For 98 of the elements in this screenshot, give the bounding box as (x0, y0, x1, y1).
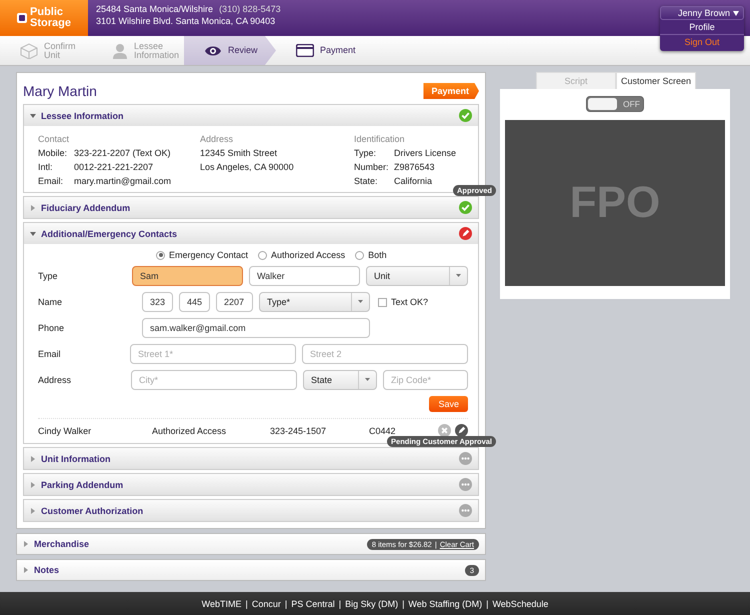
input-field[interactable]: Street 2 (302, 344, 468, 364)
footer-link[interactable]: PS Central (291, 598, 335, 608)
checkbox-option[interactable]: Text OK? (378, 297, 428, 307)
input-field[interactable]: 323 (142, 292, 173, 312)
separator: | (338, 598, 342, 608)
caret-right-icon (30, 456, 36, 462)
caret-down-icon (733, 10, 739, 16)
info-value: mary.martin@gmail.com (74, 176, 171, 186)
footer-link[interactable]: Big Sky (DM) (345, 598, 398, 608)
footer-link[interactable]: Concur (252, 598, 281, 608)
caret-right-icon (23, 567, 29, 573)
input-field[interactable]: Zip Code* (383, 370, 468, 390)
credit-card-icon (296, 44, 314, 57)
caret-down-icon (30, 230, 36, 236)
info-value: 0012-221-221-2207 (74, 162, 154, 172)
footer-link[interactable]: WebSchedule (492, 598, 548, 608)
caret-right-icon (23, 541, 29, 547)
caret-down-icon (456, 274, 461, 278)
pencil-circle-icon (459, 227, 472, 240)
box-icon (20, 42, 38, 58)
panel-tab[interactable]: Customer Screen (616, 72, 696, 89)
person-icon (112, 42, 128, 58)
info-value: 323-221-2207 (Text OK) (74, 148, 171, 158)
logo-text: Storage (30, 18, 71, 29)
contact-cell-text: C0442 (369, 426, 397, 436)
caret-right-icon (30, 204, 36, 210)
caret-right-icon (30, 508, 36, 514)
info-label: Intl: (38, 162, 54, 172)
input-field[interactable]: sam.walker@gmail.com (142, 318, 370, 338)
radio-option[interactable]: Authorized Access (258, 250, 346, 260)
contact-cell-text: 323-245-1507 (270, 426, 328, 436)
contact-cell-text: Cindy Walker (38, 426, 92, 436)
footer-link[interactable]: WebTIME (202, 598, 242, 608)
radio-button[interactable] (156, 250, 165, 260)
info-label: Mobile: (38, 148, 68, 158)
section-header[interactable]: Customer Authorization (24, 500, 478, 521)
info-label: Email: (38, 176, 64, 186)
info-label: Number: (354, 162, 390, 172)
info-value: Z9876543 (394, 162, 435, 172)
field-label: Name (38, 297, 64, 307)
column-heading: Identification (354, 134, 406, 144)
separator: | (402, 598, 404, 608)
section-header[interactable]: Additional/Emergency Contacts (24, 223, 478, 244)
info-label: Type: (354, 148, 378, 158)
separator: | (284, 598, 288, 608)
checkbox[interactable] (378, 298, 387, 306)
info-label: State: (354, 176, 379, 186)
footer-link[interactable]: Web Staffing (DM) (408, 598, 482, 608)
input-field[interactable]: Street 1* (130, 344, 296, 364)
field-label: Type (38, 271, 59, 281)
dropdown-field[interactable]: Unit (366, 266, 468, 286)
logo-text: Public (30, 7, 64, 18)
close-circle-icon (438, 424, 451, 437)
dots-circle-icon (459, 452, 472, 465)
eye-icon (204, 44, 222, 56)
caret-right-icon (30, 482, 36, 488)
caret-down-icon (358, 300, 363, 304)
input-field[interactable]: Sam (132, 266, 243, 286)
caret-down-icon (365, 378, 370, 382)
store-name: 25484 Santa Monica/Wilshire (96, 4, 214, 14)
wizard-step[interactable]: Payment (276, 36, 368, 65)
check-circle-icon (459, 109, 472, 122)
user-menu-item[interactable]: Profile (660, 20, 744, 34)
input-field[interactable]: 2207 (216, 292, 253, 312)
user-menu-button[interactable]: Jenny Brown (660, 6, 744, 20)
dropdown-field[interactable]: State (303, 370, 377, 390)
radio-button[interactable] (258, 250, 268, 260)
caret-down-icon (30, 112, 36, 118)
wizard-step[interactable]: Review (184, 36, 276, 65)
field-label: Address (38, 375, 72, 385)
dots-circle-icon (459, 478, 472, 491)
section-header[interactable]: Lessee Information (24, 105, 478, 126)
logo-mark-icon (17, 13, 28, 23)
dots-circle-icon (459, 504, 472, 517)
info-value: Drivers License (394, 148, 456, 158)
store-phone: (310) 828-5473 (219, 4, 281, 14)
customer-name: Mary Martin (23, 83, 97, 99)
input-field[interactable]: City* (131, 370, 297, 390)
column-heading: Contact (38, 134, 70, 144)
field-label: Email (38, 349, 62, 359)
separator: | (245, 598, 248, 608)
separator: | (486, 598, 488, 608)
info-value: Los Angeles, CA 90000 (200, 162, 294, 172)
section-header[interactable]: Parking Addendum (24, 474, 478, 495)
info-value: California (394, 176, 432, 186)
input-field[interactable]: 445 (179, 292, 210, 312)
check-circle-icon (459, 201, 472, 214)
info-value: 12345 Smith Street (200, 148, 278, 158)
field-label: Phone (38, 323, 66, 333)
store-address: 3101 Wilshire Blvd. Santa Monica, CA 90403 (96, 16, 276, 26)
input-field[interactable]: Walker (249, 266, 360, 286)
radio-button[interactable] (355, 250, 364, 260)
contact-cell-text: Authorized Access (152, 426, 228, 436)
column-heading: Address (200, 134, 234, 144)
pencil-circle-icon (455, 424, 468, 437)
dropdown-field[interactable]: Type* (259, 292, 370, 312)
radio-option[interactable]: Emergency Contact (156, 250, 248, 260)
radio-option[interactable]: Both (355, 250, 387, 260)
